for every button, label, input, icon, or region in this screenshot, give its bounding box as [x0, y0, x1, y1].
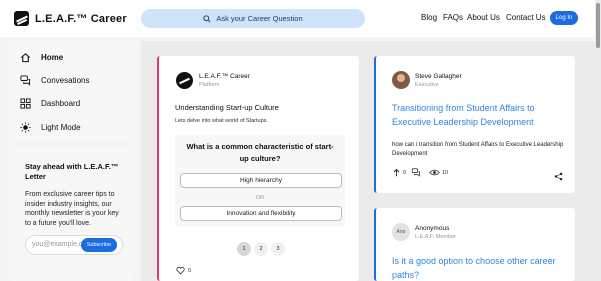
chat-icon: [20, 75, 31, 86]
page-button-1[interactable]: 1: [237, 242, 251, 256]
sidebar-item-label: Dashboard: [41, 99, 81, 108]
author-role: Executive: [415, 82, 439, 88]
top-header: L.E.A.F.™ Career Ask your Career Questio…: [0, 0, 595, 37]
author-name: L.E.A.F.™ Career: [199, 73, 250, 80]
arrow-up-icon: [393, 168, 400, 177]
newsletter-body: From exclusive career tips to insider in…: [25, 191, 119, 227]
subscribe-button[interactable]: Subscribe: [81, 238, 117, 252]
sun-icon: [20, 122, 31, 133]
heart-icon: [176, 266, 185, 275]
leaf-logo-icon: [14, 11, 29, 26]
sidebar-item-home[interactable]: Home: [20, 52, 63, 63]
sidebar-item-label: Home: [41, 53, 64, 62]
nav-link-about-us[interactable]: About Us: [467, 13, 500, 22]
post-title: Understanding Start-up Culture: [175, 103, 279, 112]
chat-icon: [411, 168, 420, 177]
poll-question: What is a common characteristic of start…: [186, 142, 334, 163]
author-role: Platform: [199, 82, 220, 88]
anonymous-post-card[interactable]: Ano Anonymous L.E.A.F. Member Is it a go…: [374, 208, 575, 281]
sidebar-item-dashboard[interactable]: Dashboard: [20, 98, 80, 109]
login-button[interactable]: Log In: [550, 11, 578, 25]
email-field[interactable]: you@example.c: [32, 241, 82, 248]
post-title-link[interactable]: Is it a good option to choose other care…: [392, 254, 567, 281]
search-placeholder: Ask your Career Question: [216, 14, 303, 23]
search-icon: [203, 14, 211, 23]
share-button[interactable]: [554, 168, 563, 186]
sidebar-nav: Home Convesations Dashboard Light Mode: [10, 41, 134, 141]
nav-link-contact-us[interactable]: Contact Us: [506, 13, 546, 22]
sidebar-item-label: Light Mode: [41, 123, 81, 132]
author-role: L.E.A.F. Member: [415, 234, 456, 240]
home-icon: [20, 52, 31, 63]
newsletter-title: Stay ahead with L.E.A.F.™ Letter: [25, 162, 119, 181]
comment-control[interactable]: [411, 168, 421, 177]
poll-box: What is a common characteristic of start…: [175, 135, 345, 227]
author-avatar: [176, 72, 193, 89]
page-button-2[interactable]: 2: [254, 242, 268, 256]
upvote-count: 0: [403, 169, 407, 176]
nav-link-blog[interactable]: Blog: [421, 13, 437, 22]
post-body: how can i transition from Student Affair…: [392, 142, 564, 157]
avatar: [392, 71, 410, 89]
poll-post-card[interactable]: L.E.A.F.™ Career Platform Understanding …: [157, 56, 359, 281]
like-control[interactable]: 0: [176, 266, 191, 275]
newsletter-panel: Stay ahead with L.E.A.F.™ Letter From ex…: [10, 147, 134, 281]
author-name: Anonymous: [415, 225, 450, 232]
share-icon: [554, 172, 563, 181]
post-subtitle: Lets delve into what world of Startups.: [175, 118, 268, 124]
upvote-control[interactable]: 0: [392, 168, 406, 177]
post-title-link[interactable]: Transitioning from Student Affairs to Ex…: [392, 101, 567, 129]
sidebar-item-light-mode[interactable]: Light Mode: [20, 122, 81, 133]
views-count: 10: [429, 168, 448, 177]
brand-logo[interactable]: L.E.A.F.™ Career: [14, 11, 127, 26]
newsletter-form: you@example.c Subscribe: [25, 235, 123, 255]
sidebar-item-conversations[interactable]: Convesations: [20, 75, 89, 86]
page-button-3[interactable]: 3: [271, 242, 285, 256]
nav-link-faqs[interactable]: FAQs: [443, 13, 463, 22]
poll-option[interactable]: Innovation and flexibility: [180, 206, 342, 221]
scrollbar-thumb[interactable]: [596, 3, 600, 48]
author-name: Steve Gallagher: [415, 73, 462, 80]
brand-name: L.E.A.F.™ Career: [35, 12, 127, 25]
search-bar[interactable]: Ask your Career Question: [141, 9, 365, 28]
dashboard-icon: [20, 98, 31, 109]
sidebar-item-label: Convesations: [41, 76, 90, 85]
view-count: 10: [442, 169, 449, 176]
poll-separator: OR: [255, 195, 265, 201]
like-count: 0: [188, 267, 192, 274]
question-post-card[interactable]: Steve Gallagher Executive Transitioning …: [374, 56, 575, 193]
avatar: Ano: [392, 223, 410, 241]
poll-option[interactable]: High hierarchy: [180, 173, 342, 188]
eye-icon: [429, 169, 440, 176]
